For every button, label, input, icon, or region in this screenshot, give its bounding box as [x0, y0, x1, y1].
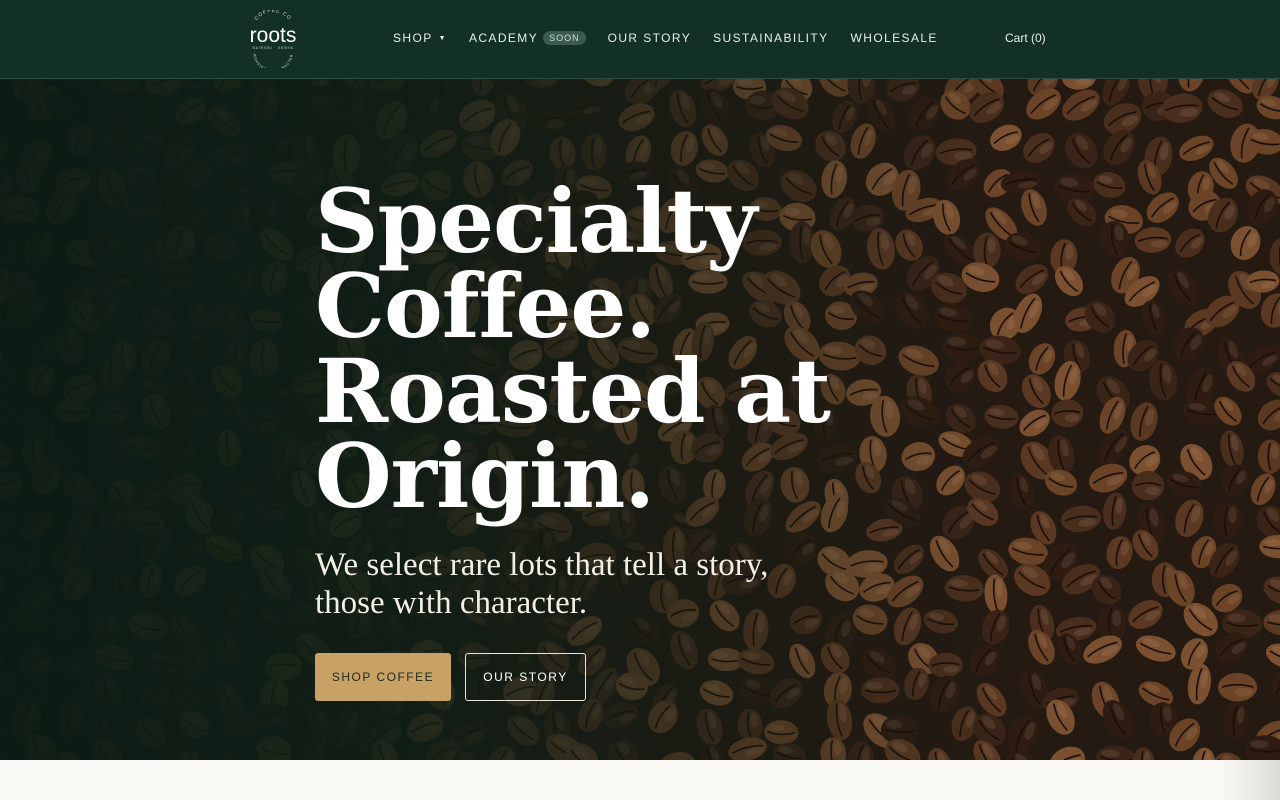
soon-badge: Soon	[543, 31, 586, 45]
hero-section: Specialty Coffee. Roasted at Origin. We …	[0, 79, 1280, 760]
svg-text:NAIROBI · KENYA: NAIROBI · KENYA	[252, 46, 293, 50]
shop-coffee-button[interactable]: Shop Coffee	[315, 653, 451, 701]
hero-title-line: Origin.	[315, 424, 655, 528]
svg-text:roots: roots	[250, 24, 297, 47]
nav-wholesale-label: Wholesale	[850, 31, 938, 45]
caret-down-icon: ▼	[438, 34, 447, 42]
nav-shop-label: Shop	[393, 31, 433, 45]
next-section	[0, 760, 1280, 800]
hero-subtitle: We select rare lots that tell a story, t…	[315, 546, 875, 622]
our-story-button[interactable]: Our Story	[465, 653, 586, 701]
hero-title-line: Specialty	[315, 169, 757, 273]
scroll-shadow	[1220, 760, 1280, 800]
hero-title-line: Coffee.	[315, 254, 656, 358]
nav-shop[interactable]: Shop ▼	[393, 31, 447, 45]
svg-text:ROASTED IN CHARACTER: ROASTED IN CHARACTER	[252, 54, 294, 68]
hero-subtitle-line: We select rare lots that tell a story,	[315, 547, 769, 583]
cart-link[interactable]: Cart (0)	[1005, 31, 1046, 45]
nav-academy-label: Academy	[468, 31, 539, 45]
hero-title-line: Roasted at	[315, 339, 831, 443]
roots-logo[interactable]: COFFEE CO roots NAIROBI · KENYA ROASTED …	[236, 10, 310, 68]
svg-text:COFFEE CO: COFFEE CO	[253, 10, 292, 22]
nav-our-story[interactable]: Our Story	[608, 31, 692, 45]
main-nav: Shop ▼ Academy Soon Our Story Sustainabi…	[393, 31, 960, 45]
nav-academy[interactable]: Academy Soon	[469, 31, 586, 45]
nav-wholesale[interactable]: Wholesale	[851, 31, 938, 45]
hero-title: Specialty Coffee. Roasted at Origin.	[315, 169, 915, 528]
nav-sustainability-label: Sustainability	[713, 31, 829, 45]
hero-subtitle-line: those with character.	[315, 585, 588, 621]
nav-sustainability[interactable]: Sustainability	[713, 31, 828, 45]
nav-our-story-label: Our Story	[607, 31, 692, 45]
site-header: COFFEE CO roots NAIROBI · KENYA ROASTED …	[0, 0, 1280, 79]
